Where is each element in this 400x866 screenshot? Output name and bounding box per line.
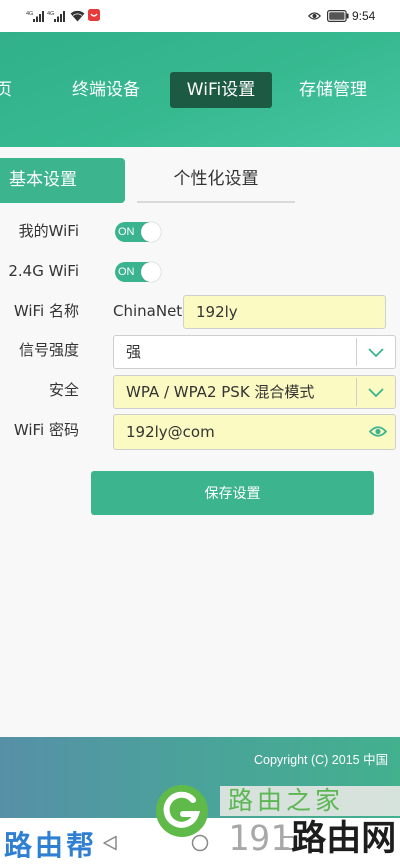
watermark-site-name: 191路由网 — [228, 816, 396, 862]
signal-strength-label: 信号强度 — [18, 341, 79, 359]
my-wifi-toggle[interactable]: ON — [115, 222, 161, 242]
toggle-knob — [141, 222, 161, 242]
wifi-icon — [70, 10, 85, 22]
nav-tab-home[interactable]: 页 — [0, 78, 12, 102]
wifi-24g-toggle[interactable]: ON — [115, 262, 161, 282]
clock: 9:54 — [352, 9, 376, 23]
security-mode-select[interactable]: WPA / WPA2 PSK 混合模式 — [113, 375, 396, 409]
subtab-personalization[interactable]: 个性化设置 — [137, 158, 295, 203]
toggle-state-text: ON — [118, 266, 135, 278]
top-nav-bar: 页 终端设备 WiFi设置 存储管理 — [0, 32, 400, 147]
chevron-down-icon — [368, 388, 384, 397]
security-mode-value: WPA / WPA2 PSK 混合模式 — [126, 383, 315, 401]
save-settings-button[interactable]: 保存设置 — [91, 471, 374, 515]
chevron-down-icon — [368, 348, 384, 357]
cellular-signal-icon: 4G — [26, 11, 44, 22]
security-label: 安全 — [48, 381, 79, 399]
back-icon[interactable] — [102, 835, 118, 851]
watermark-site-text: 路由网 — [291, 819, 397, 859]
eye-icon[interactable] — [369, 425, 387, 438]
watermark-logo-icon — [156, 785, 208, 837]
network-type-label: 4G — [47, 11, 54, 17]
watermark-site-number: 191 — [228, 819, 292, 859]
battery-icon — [327, 10, 349, 22]
network-type-label: 4G — [26, 11, 33, 17]
wifi-name-input[interactable] — [183, 295, 386, 329]
watermark-banner: 路由之家 — [220, 786, 400, 816]
toggle-state-text: ON — [118, 226, 135, 238]
wifi-name-label: WiFi 名称 — [13, 302, 79, 320]
watermark-corner-text: 路由帮 — [4, 829, 98, 862]
select-divider — [356, 338, 357, 366]
copyright-text: Copyright (C) 2015 中国 — [254, 753, 389, 767]
wifi-24g-label: 2.4G WiFi — [8, 262, 79, 280]
select-divider — [356, 378, 357, 406]
nav-tab-devices[interactable]: 终端设备 — [72, 78, 140, 102]
cellular-signal-icon: 4G — [47, 11, 65, 22]
watermark-logo-text: 路由之家 — [228, 786, 345, 815]
nav-tab-storage[interactable]: 存储管理 — [299, 78, 367, 102]
wifi-password-input[interactable] — [113, 414, 396, 450]
toggle-knob — [141, 262, 161, 282]
signal-strength-value: 强 — [126, 343, 142, 361]
eye-comfort-icon — [308, 12, 321, 20]
signal-strength-select[interactable]: 强 — [113, 335, 396, 369]
app-notification-icon — [88, 9, 100, 21]
nav-tab-wifi-settings[interactable]: WiFi设置 — [170, 72, 272, 108]
status-bar: 4G 4G 9:54 — [0, 0, 400, 32]
ssid-prefix: ChinaNet- — [113, 302, 188, 320]
my-wifi-label: 我的WiFi — [18, 222, 79, 240]
subtab-basic-settings[interactable]: 基本设置 — [0, 158, 125, 203]
wifi-password-label: WiFi 密码 — [13, 421, 79, 439]
